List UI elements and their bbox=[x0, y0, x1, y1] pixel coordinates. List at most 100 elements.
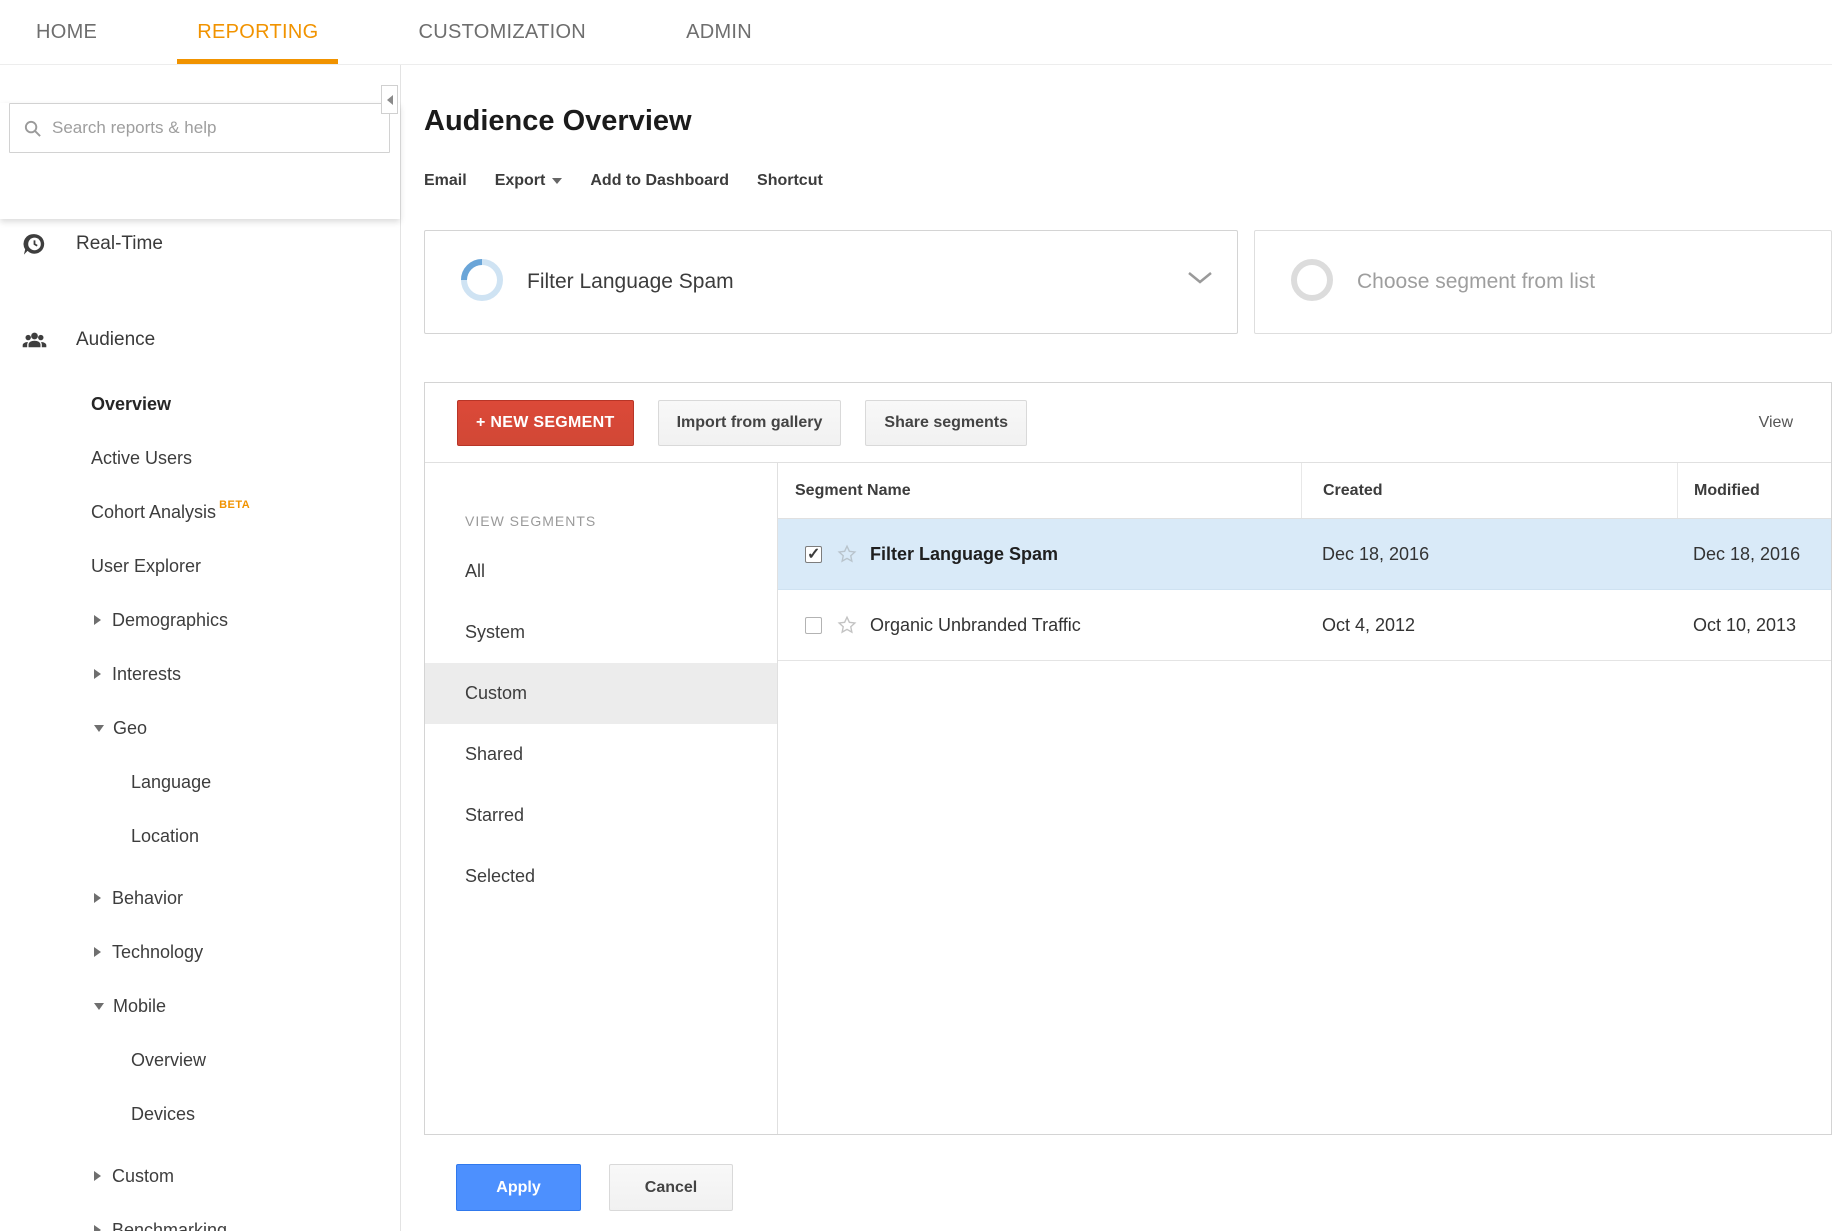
sidebar-item-location[interactable]: Location bbox=[0, 809, 400, 863]
segment-panel: + NEW SEGMENT Import from gallery Share … bbox=[424, 382, 1832, 1135]
sidebar-item-devices[interactable]: Devices bbox=[0, 1087, 400, 1141]
sidebar-item-benchmarking[interactable]: Benchmarking bbox=[0, 1203, 400, 1231]
nav-tab-admin[interactable]: ADMIN bbox=[666, 0, 772, 64]
export-action[interactable]: Export bbox=[495, 172, 563, 190]
cancel-button[interactable]: Cancel bbox=[609, 1164, 733, 1211]
segment-table: Segment Name Created Modified Filter Lan… bbox=[778, 463, 1831, 1134]
nav-tab-reporting[interactable]: REPORTING bbox=[177, 0, 338, 64]
segment-checkbox[interactable] bbox=[805, 546, 822, 563]
segment-filter-list: VIEW SEGMENTS All System Custom Shared S… bbox=[425, 463, 778, 1134]
sidebar-subsection-gap bbox=[0, 365, 400, 377]
sidebar-item-custom[interactable]: Custom bbox=[0, 1149, 400, 1203]
current-segment-box[interactable]: Filter Language Spam bbox=[424, 230, 1238, 334]
segment-filter-items: All System Custom Shared Starred Selecte… bbox=[425, 541, 777, 907]
sidebar-collapse-button[interactable] bbox=[381, 85, 398, 114]
page-title: Audience Overview bbox=[424, 105, 1832, 138]
sidebar-item-label: Overview bbox=[91, 394, 171, 415]
main-content: Audience Overview Email Export Add to Da… bbox=[401, 65, 1832, 1231]
chevron-right-icon bbox=[94, 669, 101, 679]
real-time-icon bbox=[21, 231, 48, 258]
sidebar-item-language[interactable]: Language bbox=[0, 755, 400, 809]
segment-row-name: Organic Unbranded Traffic bbox=[870, 615, 1081, 636]
search-input[interactable] bbox=[52, 118, 389, 138]
segment-chevron-down-icon[interactable] bbox=[1185, 269, 1215, 292]
star-icon[interactable] bbox=[836, 543, 858, 565]
email-action[interactable]: Email bbox=[424, 172, 467, 190]
table-row[interactable]: Organic Unbranded Traffic Oct 4, 2012 Oc… bbox=[778, 590, 1831, 661]
sidebar-item-label: Geo bbox=[113, 718, 147, 739]
segment-table-header: Segment Name Created Modified bbox=[778, 463, 1831, 519]
chevron-right-icon bbox=[94, 1171, 101, 1181]
segment-filter-shared[interactable]: Shared bbox=[425, 724, 777, 785]
sidebar-item-real-time[interactable]: Real-Time bbox=[0, 219, 400, 269]
choose-segment-label: Choose segment from list bbox=[1357, 270, 1595, 294]
caret-down-icon bbox=[552, 178, 562, 184]
segment-modified-date: Oct 10, 2013 bbox=[1677, 615, 1831, 636]
sidebar-item-label: Audience bbox=[76, 329, 155, 351]
sidebar-item-label: Active Users bbox=[91, 448, 192, 469]
sidebar-item-label: Cohort Analysis bbox=[91, 502, 216, 523]
nav-tab-home[interactable]: HOME bbox=[16, 0, 117, 64]
nav-tab-customization[interactable]: CUSTOMIZATION bbox=[398, 0, 606, 64]
sidebar-item-user-explorer[interactable]: User Explorer bbox=[0, 539, 400, 593]
segment-filter-custom[interactable]: Custom bbox=[425, 663, 777, 724]
beta-badge: BETA bbox=[219, 499, 250, 511]
chevron-down-icon bbox=[94, 725, 104, 732]
sidebar-item-label: Language bbox=[131, 772, 211, 793]
view-segments-title: VIEW SEGMENTS bbox=[425, 513, 777, 529]
segment-name-cell: Organic Unbranded Traffic bbox=[778, 614, 1301, 636]
segment-name-cell: Filter Language Spam bbox=[778, 543, 1301, 565]
segment-filter-selected[interactable]: Selected bbox=[425, 846, 777, 907]
add-to-dashboard-action[interactable]: Add to Dashboard bbox=[590, 172, 729, 190]
sidebar-item-behavior[interactable]: Behavior bbox=[0, 871, 400, 925]
column-header-created[interactable]: Created bbox=[1301, 463, 1677, 518]
search-box[interactable] bbox=[9, 103, 390, 153]
view-label: View bbox=[1759, 414, 1793, 432]
top-navigation: HOME REPORTING CUSTOMIZATION ADMIN bbox=[0, 0, 1832, 65]
segment-filter-starred[interactable]: Starred bbox=[425, 785, 777, 846]
new-segment-button[interactable]: + NEW SEGMENT bbox=[457, 400, 634, 446]
sidebar-item-mobile-overview[interactable]: Overview bbox=[0, 1033, 400, 1087]
sidebar-item-geo[interactable]: Geo bbox=[0, 701, 400, 755]
sidebar-item-label: User Explorer bbox=[91, 556, 201, 577]
search-icon bbox=[23, 119, 42, 138]
export-action-label: Export bbox=[495, 172, 546, 190]
sidebar-item-audience[interactable]: Audience bbox=[0, 315, 400, 365]
ga-reporting-page: HOME REPORTING CUSTOMIZATION ADMIN Real-… bbox=[0, 0, 1832, 1231]
sidebar-item-interests[interactable]: Interests bbox=[0, 647, 400, 701]
sidebar-search-header bbox=[0, 103, 400, 219]
sidebar-item-label: Technology bbox=[112, 942, 203, 963]
star-icon[interactable] bbox=[836, 614, 858, 636]
sidebar-item-demographics[interactable]: Demographics bbox=[0, 593, 400, 647]
segment-created-date: Dec 18, 2016 bbox=[1301, 544, 1677, 565]
sidebar-item-cohort-analysis[interactable]: Cohort Analysis BETA bbox=[0, 485, 400, 539]
sidebar-item-label: Demographics bbox=[112, 610, 228, 631]
segment-picker-row: Filter Language Spam Choose segment from… bbox=[424, 230, 1832, 334]
choose-segment-box[interactable]: Choose segment from list bbox=[1254, 230, 1832, 334]
segment-filter-all[interactable]: All bbox=[425, 541, 777, 602]
column-header-modified[interactable]: Modified bbox=[1677, 463, 1831, 518]
sidebar-item-label: Custom bbox=[112, 1166, 174, 1187]
shortcut-action-label: Shortcut bbox=[757, 172, 823, 190]
segment-checkbox[interactable] bbox=[805, 617, 822, 634]
table-row[interactable]: Filter Language Spam Dec 18, 2016 Dec 18… bbox=[778, 519, 1831, 590]
chevron-right-icon bbox=[94, 615, 101, 625]
segment-panel-body: VIEW SEGMENTS All System Custom Shared S… bbox=[425, 463, 1831, 1134]
sidebar-item-mobile[interactable]: Mobile bbox=[0, 979, 400, 1033]
chevron-right-icon bbox=[94, 893, 101, 903]
sidebar-nav: Real-Time Audience Overview Active Users… bbox=[0, 219, 400, 1231]
shortcut-action[interactable]: Shortcut bbox=[757, 172, 823, 190]
audience-icon bbox=[21, 327, 48, 354]
sidebar-item-label: Benchmarking bbox=[112, 1220, 227, 1231]
chevron-right-icon bbox=[94, 1225, 101, 1231]
sidebar-item-overview[interactable]: Overview bbox=[0, 377, 400, 431]
sidebar-item-active-users[interactable]: Active Users bbox=[0, 431, 400, 485]
share-segments-button[interactable]: Share segments bbox=[865, 400, 1027, 446]
sidebar-item-technology[interactable]: Technology bbox=[0, 925, 400, 979]
import-from-gallery-button[interactable]: Import from gallery bbox=[658, 400, 842, 446]
segment-filter-system[interactable]: System bbox=[425, 602, 777, 663]
sidebar-item-label: Devices bbox=[131, 1104, 195, 1125]
segment-created-date: Oct 4, 2012 bbox=[1301, 615, 1677, 636]
column-header-segment-name[interactable]: Segment Name bbox=[778, 463, 1301, 518]
apply-button[interactable]: Apply bbox=[456, 1164, 581, 1211]
